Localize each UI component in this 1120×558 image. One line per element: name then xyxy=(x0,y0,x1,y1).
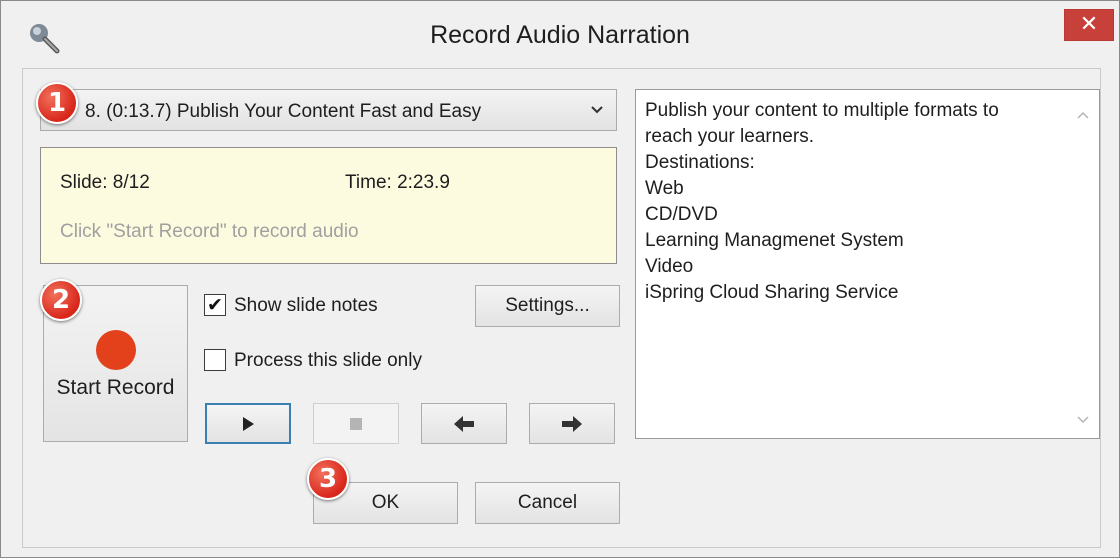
show-slide-notes-label[interactable]: Show slide notes xyxy=(234,295,378,317)
process-slide-only-checkbox[interactable] xyxy=(204,349,226,371)
slide-counter: Slide: 8/12 xyxy=(60,172,150,193)
play-icon xyxy=(243,416,254,431)
chevron-down-icon xyxy=(591,106,603,114)
window-title: Record Audio Narration xyxy=(430,21,690,49)
stop-button[interactable] xyxy=(313,403,399,444)
notes-line: Publish your content to multiple formats… xyxy=(645,100,999,121)
notes-line: Learning Managmenet System xyxy=(645,230,904,251)
close-button[interactable]: ✕ xyxy=(1064,9,1114,41)
step-badge-2: 2 xyxy=(40,279,82,321)
arrow-right-icon xyxy=(562,415,582,432)
record-icon xyxy=(96,330,136,370)
notes-line: Video xyxy=(645,256,694,277)
scroll-up-icon[interactable] xyxy=(1076,108,1090,122)
total-time: Time: 2:23.9 xyxy=(345,172,450,193)
settings-button[interactable]: Settings... xyxy=(475,285,620,327)
play-button[interactable] xyxy=(205,403,291,444)
slide-select[interactable]: 8. (0:13.7) Publish Your Content Fast an… xyxy=(40,89,617,131)
title-bar: Record Audio Narration ✕ xyxy=(1,1,1119,67)
notes-line: Web xyxy=(645,178,684,199)
notes-line: Destinations: xyxy=(645,152,755,173)
step-badge-3: 3 xyxy=(307,458,349,500)
cancel-button[interactable]: Cancel xyxy=(475,482,620,524)
previous-slide-button[interactable] xyxy=(421,403,507,444)
slide-notes-textarea[interactable]: Publish your content to multiple formats… xyxy=(635,89,1100,439)
arrow-left-icon xyxy=(454,415,474,432)
recording-info-panel: Slide: 8/12 Time: 2:23.9 Click "Start Re… xyxy=(40,147,617,264)
stop-icon xyxy=(350,417,362,430)
step-badge-1: 1 xyxy=(36,82,78,124)
process-slide-only-label[interactable]: Process this slide only xyxy=(234,350,422,372)
checkmark-icon: ✔ xyxy=(207,294,223,316)
slide-select-value: 8. (0:13.7) Publish Your Content Fast an… xyxy=(85,101,482,122)
record-hint: Click "Start Record" to record audio xyxy=(60,221,359,242)
scroll-down-icon[interactable] xyxy=(1076,413,1090,427)
notes-line: CD/DVD xyxy=(645,204,718,225)
close-icon: ✕ xyxy=(1079,12,1099,37)
next-slide-button[interactable] xyxy=(529,403,615,444)
start-record-label: Start Record xyxy=(56,376,175,399)
notes-line: iSpring Cloud Sharing Service xyxy=(645,282,899,303)
notes-line: reach your learners. xyxy=(645,126,814,147)
show-slide-notes-checkbox[interactable]: ✔ xyxy=(204,294,226,316)
